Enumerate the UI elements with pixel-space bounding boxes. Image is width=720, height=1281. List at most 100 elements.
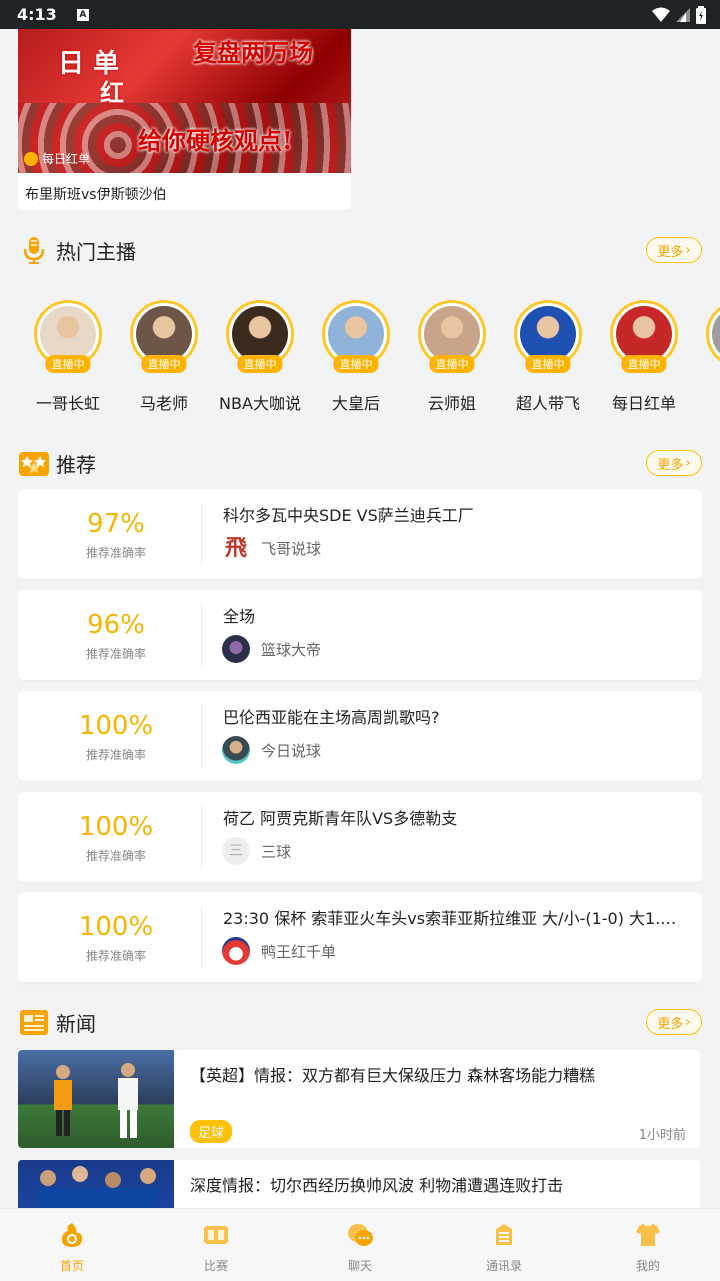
host-avatar-image — [712, 306, 720, 362]
nav-profile[interactable]: 我的 — [576, 1209, 720, 1281]
accuracy-percent: 100% — [78, 912, 154, 942]
recommend-title: 科尔多瓦中央SDE VS萨兰迪兵工厂 — [223, 506, 474, 525]
recommend-header: 推荐 更多 › — [18, 443, 702, 483]
divider — [201, 806, 202, 868]
recommend-card[interactable]: 96% 推荐准确率 全场 篮球大帝 — [18, 590, 702, 680]
chat-bubble-icon — [348, 1224, 373, 1246]
live-badge: 直播中 — [141, 355, 187, 373]
players-image — [54, 1063, 138, 1138]
more-label: 更多 — [657, 1016, 684, 1032]
host-avatar-image — [328, 306, 384, 362]
host-name: 每日红单 — [611, 394, 676, 413]
accuracy-percent: 97% — [87, 509, 145, 539]
video-tag: 每日红单 — [24, 150, 90, 167]
section-title: 热门主播 — [56, 240, 136, 264]
microphone-icon — [23, 237, 45, 264]
section-title: 推荐 — [56, 453, 96, 477]
nav-label: 聊天 — [347, 1259, 372, 1273]
recommend-title: 23:30 保杯 索菲亚火车头vs索菲亚斯拉维亚 大/小-(1-0) 大1.… — [223, 909, 677, 928]
divider — [201, 906, 202, 968]
nav-label: 比赛 — [203, 1259, 228, 1273]
live-badge: 直播中 — [333, 355, 379, 373]
status-time: 4:13 — [17, 5, 57, 24]
recommend-title: 荷乙 阿贾克斯青年队VS多德勒支 — [223, 809, 458, 828]
live-badge: 直播中 — [45, 355, 91, 373]
host-item[interactable]: 直播中 每日红单 — [596, 300, 692, 414]
host-avatar-image — [136, 306, 192, 362]
wifi-icon — [652, 7, 670, 22]
star-badge-icon — [19, 452, 49, 476]
news-card[interactable]: 【英超】情报：双方都有巨大保级压力 森林客场能力糟糕 足球 1小时前 — [18, 1050, 700, 1148]
hot-hosts-header: 热门主播 更多 › — [18, 230, 702, 270]
accuracy-percent: 100% — [78, 812, 154, 842]
video-tag-label: 每日红单 — [42, 152, 91, 166]
contacts-icon — [496, 1224, 512, 1245]
host-avatar-image — [520, 306, 576, 362]
nav-chat[interactable]: 聊天 — [288, 1209, 432, 1281]
accuracy-label: 推荐准确率 — [85, 849, 146, 863]
video-thumbnail: 日 单 红 复盘两万场 给你硬核观点! 每日红单 — [18, 29, 351, 173]
host-avatar-image — [616, 306, 672, 362]
avatar: 直播中 — [514, 300, 582, 373]
host-item[interactable]: 直播中 大皇后 — [308, 300, 404, 414]
featured-video-card[interactable]: 日 单 红 复盘两万场 给你硬核观点! 每日红单 布里斯班vs伊斯顿沙伯 — [18, 29, 351, 210]
host-item[interactable]: 直播中 云师姐 — [404, 300, 500, 414]
host-item[interactable]: 直播中 一哥长虹 — [20, 300, 116, 414]
host-name: 马老师 — [139, 394, 188, 413]
host-avatar-image — [424, 306, 480, 362]
hot-hosts-more-button[interactable]: 更多 › — [646, 237, 702, 263]
status-bar: 4:13 A — [0, 0, 720, 29]
live-badge: 直播中 — [237, 355, 283, 373]
divider — [201, 503, 202, 565]
host-name: 云师姐 — [427, 394, 476, 413]
host-item[interactable]: 仇哥 — [692, 300, 720, 414]
avatar: 直播中 — [322, 300, 390, 373]
accuracy-percent: 96% — [87, 610, 145, 640]
news-more-button[interactable]: 更多 › — [646, 1009, 702, 1035]
recommend-card[interactable]: 100% 推荐准确率 23:30 保杯 索菲亚火车头vs索菲亚斯拉维亚 大/小-… — [18, 892, 702, 982]
host-item[interactable]: 直播中 超人带飞 — [500, 300, 596, 414]
news-header: 新闻 更多 › — [18, 1002, 702, 1042]
nav-label: 通讯录 — [485, 1259, 522, 1273]
host-name: 一哥长虹 — [35, 394, 100, 413]
overlay-text: 给你硬核观点! — [138, 126, 293, 155]
nav-home[interactable]: 首页 — [0, 1209, 144, 1281]
avatar: 直播中 — [34, 300, 102, 373]
divider — [201, 604, 202, 666]
live-badge: 直播中 — [429, 355, 475, 373]
avatar: 直播中 — [130, 300, 198, 373]
recommend-card[interactable]: 97% 推荐准确率 科尔多瓦中央SDE VS萨兰迪兵工厂 飛 飞哥说球 — [18, 489, 702, 579]
author-name: 篮球大帝 — [261, 641, 322, 659]
more-label: 更多 — [657, 457, 684, 473]
avatar: 直播中 — [226, 300, 294, 373]
host-name: 仇哥 — [692, 390, 720, 414]
newspaper-icon — [20, 1010, 48, 1035]
nav-matches[interactable]: 比赛 — [144, 1209, 288, 1281]
host-name: 大皇后 — [331, 394, 380, 413]
host-avatar-image — [232, 306, 288, 362]
live-badge: 直播中 — [621, 355, 667, 373]
signal-icon — [676, 8, 690, 22]
host-item[interactable]: 直播中 马老师 — [116, 300, 212, 414]
chevron-right-icon: › — [685, 1014, 691, 1030]
divider — [201, 705, 202, 767]
chevron-right-icon: › — [685, 242, 691, 258]
battery-icon — [696, 6, 706, 24]
nav-contacts[interactable]: 通讯录 — [432, 1209, 576, 1281]
avatar — [222, 937, 250, 965]
recommend-title: 巴伦西亚能在主场高周凯歌吗? — [223, 708, 440, 727]
avatar: 三 — [222, 837, 250, 865]
avatar: 直播中 — [418, 300, 486, 373]
accuracy-label: 推荐准确率 — [85, 949, 146, 963]
avatar — [706, 300, 720, 368]
avatar — [222, 635, 250, 663]
hot-hosts-list: 直播中 一哥长虹 直播中 马老师 直播中 NBA大咖说 直播中 大皇后 直播中 … — [0, 300, 720, 430]
host-item[interactable]: 直播中 NBA大咖说 — [212, 300, 308, 414]
recommend-title: 全场 — [223, 607, 256, 626]
section-title: 新闻 — [56, 1012, 96, 1036]
recommend-more-button[interactable]: 更多 › — [646, 450, 702, 476]
category-badge: 足球 — [190, 1120, 233, 1143]
recommend-card[interactable]: 100% 推荐准确率 巴伦西亚能在主场高周凯歌吗? 今日说球 — [18, 691, 702, 781]
recommend-card[interactable]: 100% 推荐准确率 荷乙 阿贾克斯青年队VS多德勒支 三 三球 — [18, 792, 702, 882]
avatar — [222, 736, 250, 764]
